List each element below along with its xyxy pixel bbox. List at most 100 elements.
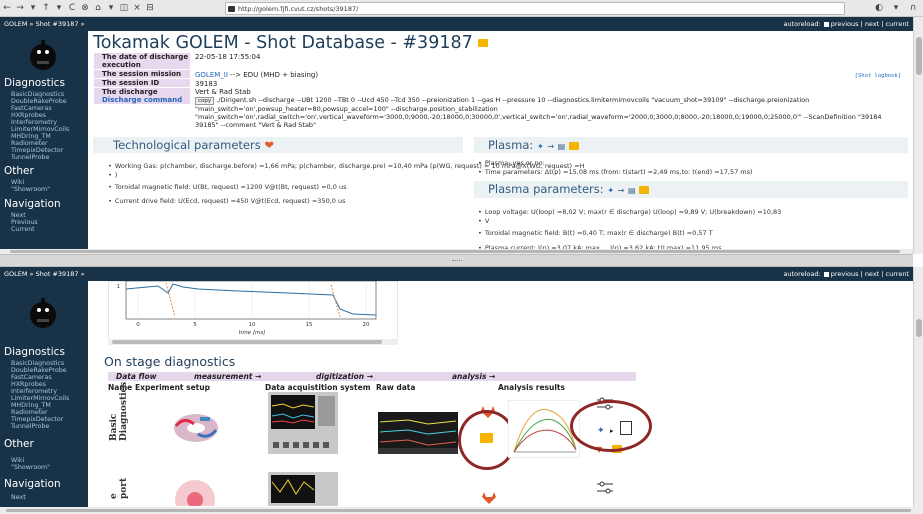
oscilloscope-image[interactable] — [268, 392, 338, 467]
chevron-down-icon[interactable]: ▾ — [105, 1, 117, 15]
sidebar-item-timepixdetector[interactable]: TimepixDetector — [11, 416, 63, 423]
data-flow-label: Data flow — [116, 372, 157, 381]
col-raw-data: Raw data — [376, 383, 416, 392]
mission-link[interactable]: GOLEM_II — [195, 71, 228, 79]
command-label: Discharge command — [94, 96, 190, 104]
x-axis-label: time [ms] — [239, 330, 266, 336]
oscilloscope-image-2[interactable] — [268, 472, 338, 506]
python-icon[interactable]: ✦ — [607, 186, 614, 195]
document-icon[interactable]: ▤ — [628, 186, 636, 195]
autoreload-label: autoreload: — [783, 20, 821, 28]
sidebar-item-limitermirnovcoils[interactable]: LimiterMirnovCoils — [11, 395, 69, 402]
folder-icon[interactable] — [639, 185, 650, 194]
analysis-results-image[interactable] — [508, 400, 580, 458]
breadcrumb[interactable]: GOLEM » Shot #39187 » — [4, 20, 85, 28]
sidebar-item-doublerakeprobe[interactable]: DoubleRakeProbe — [11, 367, 67, 374]
folder-icon[interactable] — [478, 39, 489, 47]
probe-setup-image[interactable] — [173, 478, 217, 506]
sidebar-item-basicdiagnostics[interactable]: BasicDiagnostics — [11, 360, 64, 367]
tokamak-setup-image[interactable] — [170, 408, 222, 448]
plasma-title-text: Plasma: — [488, 138, 534, 152]
up-icon[interactable]: ↑ — [40, 1, 52, 15]
breadcrumb[interactable]: GOLEM » Shot #39187 » — [4, 270, 85, 278]
top-frame-scrollbar[interactable] — [913, 17, 923, 254]
other-heading: Other — [4, 165, 34, 177]
sidebar-item-interferometry[interactable]: Interferometry — [11, 388, 57, 395]
sidebar-item-next[interactable]: Next — [11, 494, 26, 501]
page-title: Tokamak GOLEM - Shot Database - #39187 — [93, 33, 489, 53]
tech-current-drive: Current drive field: U(Ecd, request) =45… — [108, 197, 346, 205]
tech-title-text: Technological parameters — [113, 138, 261, 152]
sidebar-item-next[interactable]: Next — [11, 212, 26, 219]
autoreload-checkbox[interactable] — [823, 271, 829, 277]
sidebar-icon[interactable]: ⊟ — [144, 1, 156, 15]
plasma-yes-no: Plasma: yes or no: — [478, 159, 545, 167]
shot-nav-links[interactable]: previous | next | current — [831, 20, 909, 28]
sidebar-item-interferometry[interactable]: Interferometry — [11, 119, 57, 126]
x-tick-20: 20 — [363, 322, 370, 328]
raw-data-image[interactable] — [378, 412, 458, 454]
pipeline-icon[interactable] — [597, 481, 613, 495]
sidebar-item-hxrprobes[interactable]: HXRprobes — [11, 112, 46, 119]
extension-icon[interactable]: ◐ — [873, 1, 885, 15]
bottom-frame-scrollbar[interactable] — [913, 267, 923, 507]
sidebar-item-current[interactable]: Current — [11, 226, 35, 233]
back-icon[interactable]: ← — [1, 1, 13, 15]
diagnostics-heading: Diagnostics — [4, 77, 65, 89]
chevron-down-icon[interactable]: ▾ — [27, 1, 39, 15]
frame-divider[interactable] — [0, 254, 913, 267]
sidebar-item-showroom[interactable]: "Showroom" — [11, 186, 50, 193]
sidebar-item-timepixdetector[interactable]: TimepixDetector — [11, 147, 63, 154]
col-experiment-setup: Experiment setup — [135, 383, 210, 392]
date-value: 22-05-18 17:55:04 — [195, 53, 261, 61]
tabs-icon[interactable]: ◫ — [118, 1, 130, 15]
shot-logbook-link[interactable]: [Shot logbook] — [855, 73, 901, 79]
plasma-title: Plasma: ✦ → ▤ — [488, 138, 579, 152]
document-icon[interactable]: ▤ — [558, 142, 566, 151]
shot-nav-links[interactable]: previous | next | current — [831, 270, 909, 278]
close-icon[interactable]: × — [131, 1, 143, 15]
sidebar-item-previous[interactable]: Previous — [11, 219, 38, 226]
home-icon[interactable]: ⌂ — [92, 1, 104, 15]
sidebar-item-wiki[interactable]: Wiki — [11, 179, 24, 186]
analysis-label: analysis → — [452, 372, 496, 381]
sidebar-item-tunnelprobe[interactable]: TunnelProbe — [11, 154, 49, 161]
top-nav-bar: GOLEM » Shot #39187 » autoreload: previou… — [0, 17, 913, 31]
gitlab-icon[interactable] — [482, 492, 496, 504]
sidebar-item-showroom[interactable]: "Showroom" — [11, 464, 50, 471]
chevron-down-icon[interactable]: ▾ — [890, 1, 902, 15]
sidebar-item-fastcameras[interactable]: FastCameras — [11, 374, 52, 381]
bottom-frame-hscrollbar[interactable] — [0, 507, 923, 514]
sidebar-item-mhdring[interactable]: MHDring_TM — [11, 133, 51, 140]
x-tick-15: 15 — [306, 322, 313, 328]
sidebar-item-radiometer[interactable]: Radiometer — [11, 140, 48, 147]
folder-icon[interactable] — [568, 141, 579, 150]
stop-icon[interactable]: ⊗ — [79, 1, 91, 15]
y-tick-1: 1 — [117, 284, 121, 290]
sidebar-item-tunnelprobe[interactable]: TunnelProbe — [11, 423, 49, 430]
sidebar-item-limitermirnovcoils[interactable]: LimiterMirnovCoils — [11, 126, 69, 133]
sidebar-item-fastcameras[interactable]: FastCameras — [11, 105, 52, 112]
sidebar-item-basicdiagnostics[interactable]: BasicDiagnostics — [11, 91, 64, 98]
site-icon — [228, 6, 235, 12]
sidebar-item-radiometer[interactable]: Radiometer — [11, 409, 48, 416]
discharge-command: copy ./Dirigent.sh --discharge --UBt 120… — [195, 96, 895, 129]
autoreload-checkbox[interactable] — [823, 21, 829, 27]
copy-button[interactable]: copy — [195, 97, 215, 105]
x-tick-0: 0 — [136, 322, 140, 328]
sidebar-item-doublerakeprobe[interactable]: DoubleRakeProbe — [11, 98, 67, 105]
row-label-second: e port — [109, 477, 129, 499]
date-label: The date of discharge execution — [94, 53, 190, 69]
x-tick-10: 10 — [249, 322, 256, 328]
sidebar-item-hxrprobes[interactable]: HXRprobes — [11, 381, 46, 388]
x-tick-5: 5 — [193, 322, 197, 328]
reload-icon[interactable]: C — [66, 1, 78, 15]
forward-icon[interactable]: → — [14, 1, 26, 15]
menu-icon[interactable]: ∩ — [907, 1, 919, 15]
mission-label: The session mission — [94, 70, 190, 78]
sidebar-item-wiki[interactable]: Wiki — [11, 457, 24, 464]
url-bar[interactable]: http://golem.fjfi.cvut.cz/shots/39187/ — [225, 2, 845, 15]
sidebar-item-mhdring[interactable]: MHDring_TM — [11, 402, 51, 409]
python-icon[interactable]: ✦ — [537, 142, 544, 151]
chevron-down-icon[interactable]: ▾ — [53, 1, 65, 15]
